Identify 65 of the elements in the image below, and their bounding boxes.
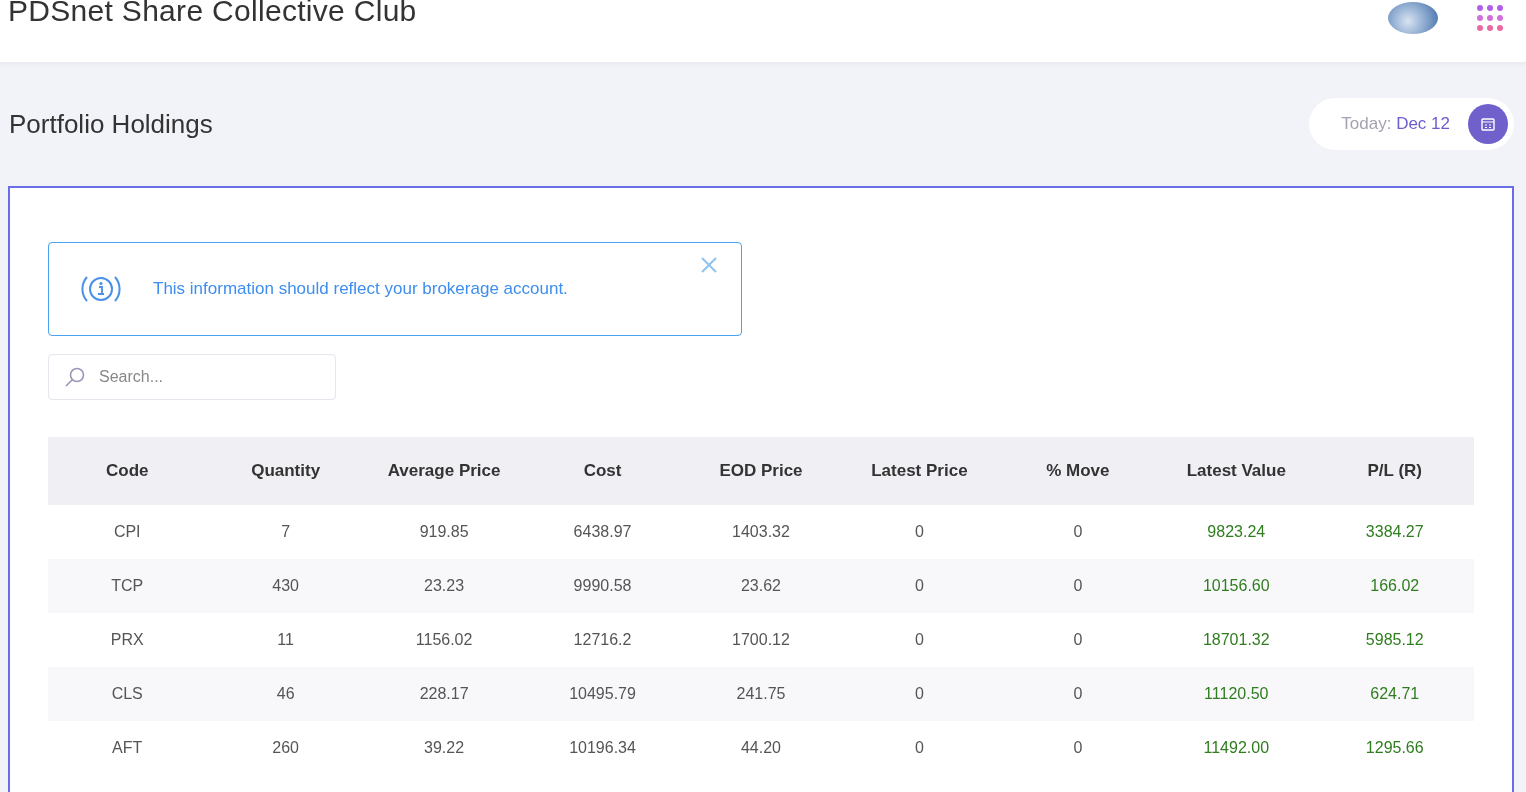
table-cell: 0 xyxy=(840,613,999,667)
table-cell: 10196.34 xyxy=(523,721,682,775)
table-cell: 46 xyxy=(206,667,365,721)
table-cell: CLS xyxy=(48,667,207,721)
table-cell: 228.17 xyxy=(364,667,524,721)
table-cell: 0 xyxy=(998,721,1158,775)
table-cell: 0 xyxy=(998,613,1158,667)
column-header[interactable]: Code xyxy=(48,437,207,505)
column-header[interactable]: Latest Price xyxy=(840,437,999,505)
table-cell: TCP xyxy=(48,559,207,613)
table-cell: 919.85 xyxy=(364,505,524,559)
table-cell: 624.71 xyxy=(1315,667,1474,721)
table-cell: 5985.12 xyxy=(1315,613,1474,667)
date-label: Today: xyxy=(1341,114,1392,133)
table-cell: 0 xyxy=(998,505,1158,559)
table-cell: 0 xyxy=(840,721,999,775)
column-header[interactable]: Quantity xyxy=(206,437,365,505)
table-cell: 10495.79 xyxy=(523,667,682,721)
table-cell: 260 xyxy=(206,721,365,775)
column-header[interactable]: Average Price xyxy=(364,437,524,505)
table-cell: 6438.97 xyxy=(523,505,682,559)
table-cell: CPI xyxy=(48,505,207,559)
table-cell: 1295.66 xyxy=(1315,721,1474,775)
column-header[interactable]: % Move xyxy=(998,437,1158,505)
table-cell: 0 xyxy=(840,505,999,559)
user-avatar[interactable] xyxy=(1388,2,1438,34)
table-cell: 10156.60 xyxy=(1157,559,1316,613)
table-cell: 11492.00 xyxy=(1157,721,1316,775)
table-cell: 11120.50 xyxy=(1157,667,1316,721)
page-title: Portfolio Holdings xyxy=(9,108,213,140)
table-cell: 12716.2 xyxy=(523,613,682,667)
column-header[interactable]: Cost xyxy=(523,437,682,505)
table-cell: PRX xyxy=(48,613,207,667)
date-value: Dec 12 xyxy=(1396,114,1450,133)
table-cell: 23.62 xyxy=(681,559,841,613)
table-cell: 39.22 xyxy=(364,721,524,775)
table-cell: 7 xyxy=(206,505,365,559)
table-cell: 1156.02 xyxy=(364,613,524,667)
table-cell: 18701.32 xyxy=(1157,613,1316,667)
table-cell: 9823.24 xyxy=(1157,505,1316,559)
table-cell: 0 xyxy=(998,667,1158,721)
apps-grid-icon[interactable] xyxy=(1476,4,1504,32)
table-cell: 0 xyxy=(998,559,1158,613)
column-header[interactable]: Latest Value xyxy=(1157,437,1316,505)
table-cell: 0 xyxy=(840,667,999,721)
table-cell: AFT xyxy=(48,721,207,775)
calendar-button[interactable] xyxy=(1468,104,1508,144)
alert-message: This information should reflect your brokerage account. xyxy=(153,279,568,299)
table-cell: 23.23 xyxy=(364,559,524,613)
calendar-icon xyxy=(1480,116,1496,132)
table-cell: 1403.32 xyxy=(681,505,841,559)
column-header[interactable]: P/L (R) xyxy=(1315,437,1474,505)
table-cell: 241.75 xyxy=(681,667,841,721)
table-cell: 44.20 xyxy=(681,721,841,775)
close-button[interactable] xyxy=(699,255,719,275)
table-cell: 9990.58 xyxy=(523,559,682,613)
table-cell: 3384.27 xyxy=(1315,505,1474,559)
app-title: PDSnet Share Collective Club xyxy=(8,0,417,28)
table-cell: 11 xyxy=(206,613,365,667)
table-cell: 166.02 xyxy=(1315,559,1474,613)
table-cell: 430 xyxy=(206,559,365,613)
table-cell: 1700.12 xyxy=(681,613,841,667)
search-field[interactable]: Search... xyxy=(48,354,336,400)
table-cell: 0 xyxy=(840,559,999,613)
column-header[interactable]: EOD Price xyxy=(681,437,841,505)
